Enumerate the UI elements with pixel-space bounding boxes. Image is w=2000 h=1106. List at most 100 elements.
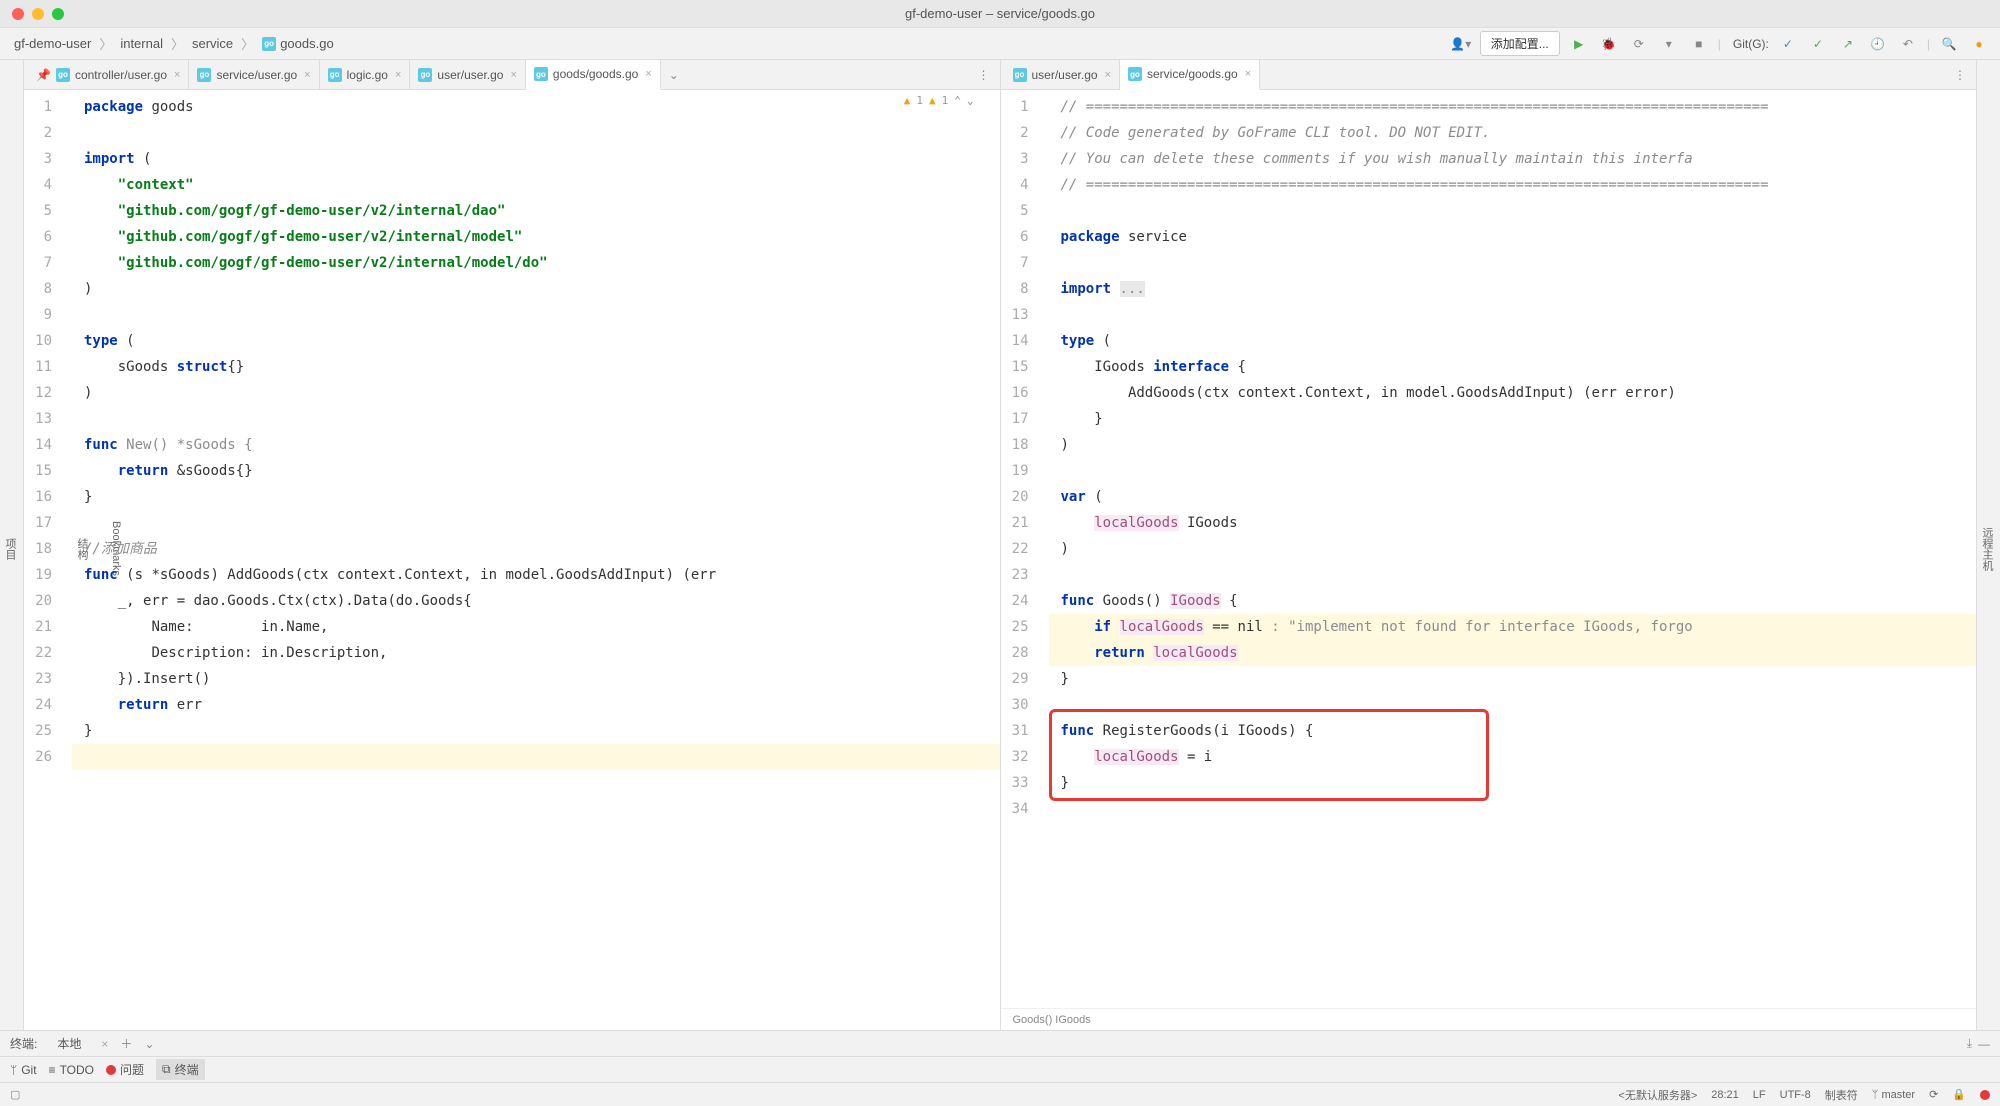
line-number: 5 [24, 198, 72, 224]
terminal-tab-local[interactable]: 本地 [49, 1033, 89, 1054]
line-number: 20 [1001, 484, 1049, 510]
close-icon[interactable]: × [174, 69, 180, 81]
tab-user-user[interactable]: go user/user.go × [410, 60, 525, 89]
tab-menu-icon[interactable]: ⋮ [968, 60, 1000, 89]
close-window-icon[interactable] [12, 8, 24, 20]
user-dropdown-icon[interactable]: 👤▾ [1450, 33, 1472, 55]
status-cursor-position[interactable]: 28:21 [1711, 1089, 1739, 1101]
sync-icon[interactable]: ⟳ [1929, 1088, 1938, 1101]
code-token: localGoods [1094, 749, 1178, 765]
git-update-icon[interactable]: ✓ [1777, 33, 1799, 55]
tab-label: controller/user.go [75, 68, 167, 82]
code-token: return [118, 697, 177, 713]
breadcrumb-project[interactable]: gf-demo-user [10, 34, 95, 53]
chevron-right-icon: 〉 [171, 34, 184, 53]
code-token: if [1094, 619, 1119, 635]
navigation-toolbar: gf-demo-user 〉 internal 〉 service 〉 go g… [0, 28, 2000, 60]
code-token: &sGoods{} [177, 463, 253, 479]
tab-menu-icon[interactable]: ⋮ [1944, 60, 1976, 89]
code-token: }).Insert() [118, 671, 211, 687]
minimize-window-icon[interactable] [32, 8, 44, 20]
chevron-down-icon[interactable]: ⌄ [144, 1037, 154, 1051]
status-encoding[interactable]: UTF-8 [1780, 1089, 1811, 1101]
download-icon[interactable]: ⤓ [1967, 1036, 1972, 1051]
status-bar-icon[interactable]: ▢ [10, 1088, 20, 1101]
tab-label: service/goods.go [1147, 67, 1238, 81]
sidebar-project[interactable]: 项目 [0, 532, 20, 566]
profile-icon[interactable]: ▾ [1658, 33, 1680, 55]
code-token: import [1061, 281, 1120, 297]
go-file-icon: go [418, 68, 432, 82]
stop-icon[interactable]: ■ [1688, 33, 1710, 55]
code-token: Description: [151, 645, 261, 661]
editor-right[interactable]: 1 2 3 4 5 6 7 8 13 14 15 16 17 18 19 20 [1001, 90, 1977, 1008]
go-file-icon: go [1013, 68, 1027, 82]
status-line-separator[interactable]: LF [1753, 1089, 1766, 1101]
git-push-icon[interactable]: ↗ [1837, 33, 1859, 55]
toolwindow-git[interactable]: ᛘ Git [10, 1063, 37, 1077]
close-icon[interactable]: × [304, 69, 310, 81]
git-history-icon[interactable]: 🕘 [1867, 33, 1889, 55]
sidebar-remote-host[interactable]: 远程主机 [1977, 521, 1997, 577]
tab-service-user[interactable]: goservice/user.go× [189, 60, 319, 89]
tab-overflow-icon[interactable]: ⌄ [661, 60, 687, 89]
chevron-down-icon[interactable]: ⌄ [967, 94, 974, 107]
line-number: 22 [24, 640, 72, 666]
tab-label: goods/goods.go [553, 67, 638, 81]
tab-label: user/user.go [437, 68, 503, 82]
tab-logic[interactable]: gologic.go× [320, 60, 411, 89]
close-icon[interactable]: × [645, 68, 651, 80]
breadcrumb: gf-demo-user 〉 internal 〉 service 〉 go g… [10, 34, 338, 53]
code-token: "github.com/gogf/gf-demo-user/v2/interna… [118, 255, 548, 271]
code-token: "github.com/gogf/gf-demo-user/v2/interna… [118, 203, 506, 219]
code-body-left[interactable]: ▲1 ▲1 ⌃ ⌄ package goods import ( "contex… [72, 90, 1000, 1030]
line-number: 17 [1001, 406, 1049, 432]
maximize-window-icon[interactable] [52, 8, 64, 20]
close-icon[interactable]: × [101, 1037, 108, 1051]
editor-left[interactable]: 1 2 3 4 5 6 7 8 9 10 11 12 13 14 15 16 1 [24, 90, 1000, 1030]
breadcrumb-file[interactable]: go goods.go [258, 34, 338, 53]
lock-icon[interactable]: 🔒 [1952, 1088, 1966, 1101]
toolwindow-todo[interactable]: ≡ TODO [49, 1063, 94, 1077]
code-token: ( [1094, 489, 1102, 505]
close-icon[interactable]: × [1105, 69, 1111, 81]
tab-user-user-right[interactable]: gouser/user.go× [1005, 60, 1120, 89]
line-number: 21 [24, 614, 72, 640]
breadcrumb-folder-internal[interactable]: internal [116, 34, 167, 53]
code-token: return [118, 463, 177, 479]
line-number: 3 [24, 146, 72, 172]
add-icon[interactable]: ＋ [120, 1035, 132, 1052]
code-breadcrumb[interactable]: Goods() IGoods [1001, 1008, 1977, 1030]
code-token: import [84, 151, 143, 167]
error-indicator-icon[interactable] [1980, 1090, 1990, 1100]
editor-pane-right: gouser/user.go× goservice/goods.go× ⋮ 1 … [1001, 60, 1977, 1030]
coverage-icon[interactable]: ⟳ [1628, 33, 1650, 55]
status-indent[interactable]: 制表符 [1825, 1087, 1858, 1103]
minimize-panel-icon[interactable]: — [1978, 1037, 1990, 1051]
tab-service-goods[interactable]: goservice/goods.go× [1120, 60, 1260, 90]
search-icon[interactable]: 🔍 [1938, 33, 1960, 55]
chevron-up-icon[interactable]: ⌃ [954, 94, 961, 107]
toolwindow-problems[interactable]: 问题 [106, 1061, 144, 1078]
line-number: 31 [1001, 718, 1049, 744]
code-token: return [1094, 645, 1153, 661]
breadcrumb-folder-service[interactable]: service [188, 34, 237, 53]
toolwindow-terminal[interactable]: ⧉ 终端 [156, 1059, 205, 1080]
tab-controller-user[interactable]: 📌gocontroller/user.go× [28, 60, 189, 89]
code-body-right[interactable]: // =====================================… [1049, 90, 1977, 1008]
status-git-branch[interactable]: ᛘ master [1872, 1089, 1915, 1101]
notifications-icon[interactable]: ● [1968, 33, 1990, 55]
tab-goods-goods[interactable]: gogoods/goods.go× [526, 60, 661, 90]
close-icon[interactable]: × [510, 69, 516, 81]
git-revert-icon[interactable]: ↶ [1897, 33, 1919, 55]
git-commit-icon[interactable]: ✓ [1807, 33, 1829, 55]
debug-icon[interactable]: 🐞 [1598, 33, 1620, 55]
run-config-dropdown[interactable]: 添加配置... [1480, 31, 1560, 56]
inspection-summary[interactable]: ▲1 ▲1 ⌃ ⌄ [904, 94, 974, 107]
close-icon[interactable]: × [395, 69, 401, 81]
run-icon[interactable]: ▶ [1568, 33, 1590, 55]
status-server[interactable]: <无默认服务器> [1618, 1087, 1697, 1103]
close-icon[interactable]: × [1245, 68, 1251, 80]
code-token: ) [84, 281, 92, 297]
line-number: 1 [1001, 94, 1049, 120]
